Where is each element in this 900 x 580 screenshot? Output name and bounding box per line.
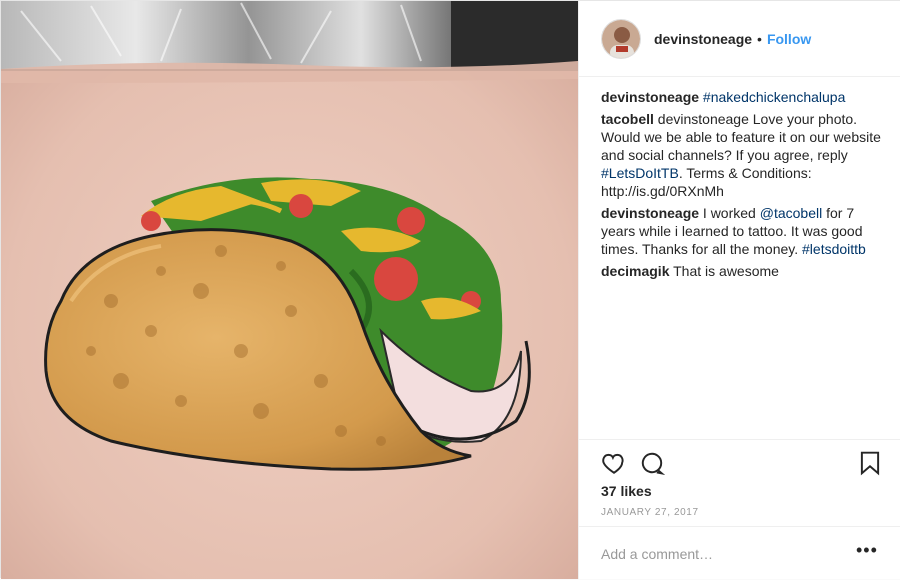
comment-text: I worked bbox=[702, 205, 760, 221]
post-sidebar: devinstoneage • Follow devinstoneage #na… bbox=[578, 1, 900, 579]
comment-item: decimagik That is awesome bbox=[601, 262, 883, 280]
avatar-image bbox=[602, 19, 640, 58]
comment-item: tacobell devinstoneage Love your photo. … bbox=[601, 110, 883, 200]
comment-item: devinstoneage I worked @tacobell for 7 y… bbox=[601, 204, 883, 258]
add-comment-bar: Add a comment… ••• bbox=[579, 526, 900, 580]
taco-tattoo-image bbox=[1, 1, 578, 579]
ellipsis-icon[interactable]: ••• bbox=[856, 540, 878, 561]
action-icons bbox=[601, 450, 883, 476]
comment-mention[interactable]: @tacobell bbox=[760, 205, 822, 221]
comment-bubble-icon[interactable] bbox=[639, 450, 666, 476]
post-date: JANUARY 27, 2017 bbox=[601, 507, 699, 518]
comment-username[interactable]: devinstoneage bbox=[601, 205, 699, 221]
heart-icon[interactable] bbox=[601, 450, 627, 476]
caption-username[interactable]: devinstoneage bbox=[601, 89, 699, 105]
post-actions: 37 likes JANUARY 27, 2017 Add a comment…… bbox=[579, 439, 900, 579]
comment-hashtag[interactable]: #LetsDoItTB bbox=[601, 165, 679, 181]
comment-hashtag[interactable]: #letsdoittb bbox=[802, 241, 866, 257]
post-header: devinstoneage • Follow bbox=[579, 1, 900, 77]
header-username[interactable]: devinstoneage bbox=[654, 31, 752, 47]
caption-hashtag[interactable]: #nakedchickenchalupa bbox=[703, 89, 845, 105]
add-comment-input[interactable]: Add a comment… bbox=[601, 546, 713, 562]
instagram-post: devinstoneage • Follow devinstoneage #na… bbox=[0, 0, 900, 579]
comment-username[interactable]: decimagik bbox=[601, 263, 669, 279]
comment-username[interactable]: tacobell bbox=[601, 111, 654, 127]
comment-text: That is awesome bbox=[673, 263, 779, 279]
comments-list: devinstoneage #nakedchickenchalupa tacob… bbox=[601, 88, 883, 284]
post-photo[interactable] bbox=[1, 1, 578, 579]
header-separator: • bbox=[757, 30, 762, 47]
bookmark-icon[interactable] bbox=[857, 450, 883, 476]
avatar[interactable] bbox=[601, 18, 641, 59]
caption: devinstoneage #nakedchickenchalupa bbox=[601, 88, 883, 106]
likes-count[interactable]: 37 likes bbox=[601, 483, 652, 499]
follow-button[interactable]: Follow bbox=[767, 31, 811, 47]
